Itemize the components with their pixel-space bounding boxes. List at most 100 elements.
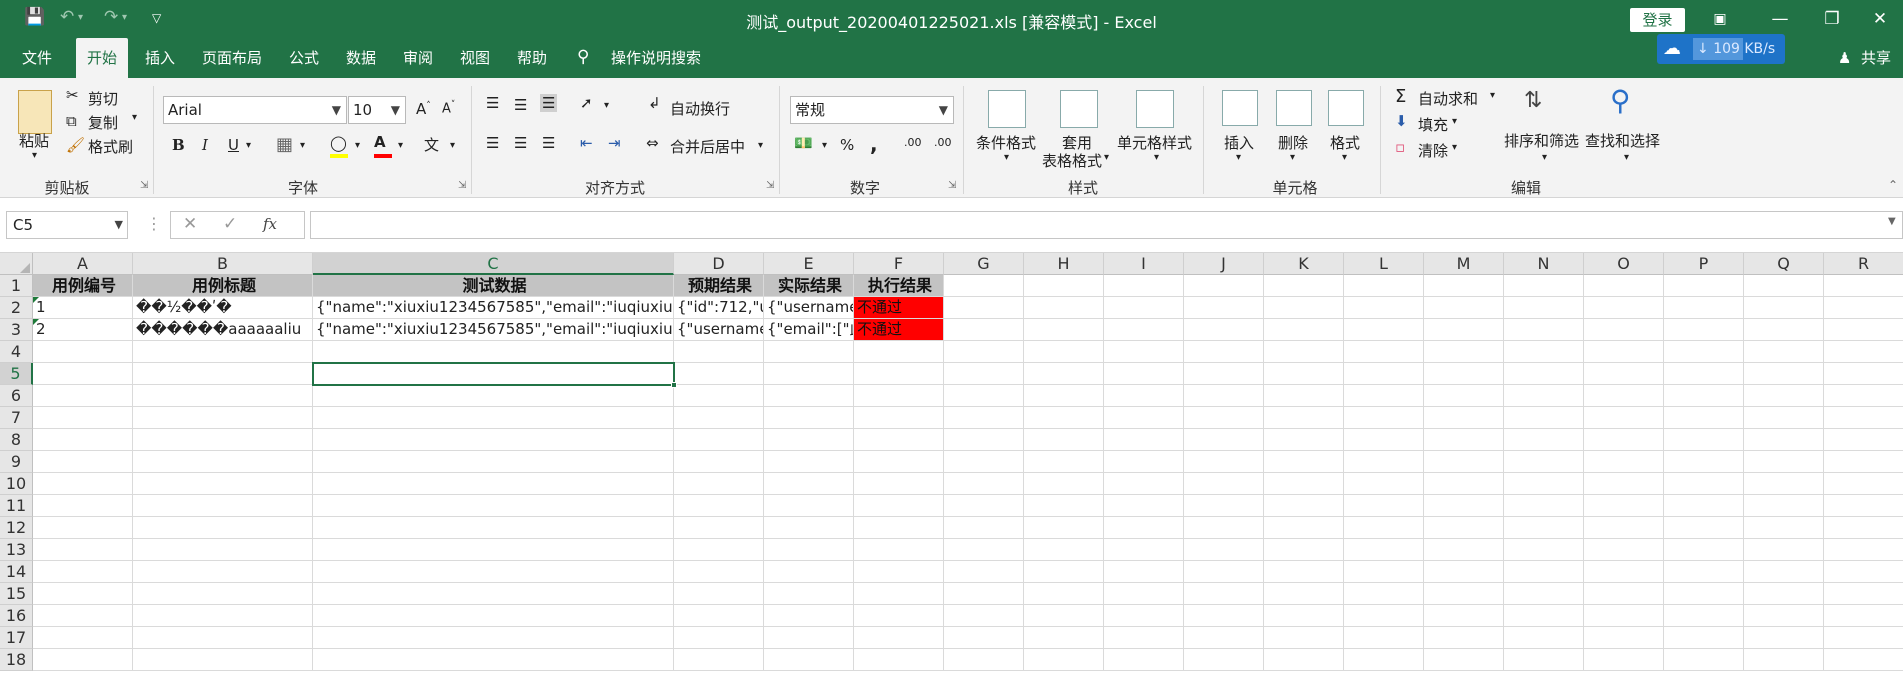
tab-file[interactable]: 文件 [14,38,60,78]
cell-q2[interactable] [1744,297,1824,319]
underline-button[interactable]: U [228,136,239,154]
cell-e7[interactable] [764,407,854,429]
cell-b18[interactable] [133,649,313,671]
cell-e2[interactable]: {"username" [764,297,854,319]
conditional-formatting-icon[interactable] [988,90,1026,128]
merge-dropdown-icon[interactable]: ▾ [758,140,763,151]
cell-l15[interactable] [1344,583,1424,605]
cell-q9[interactable] [1744,451,1824,473]
column-header-i[interactable]: I [1104,253,1184,275]
cell-c7[interactable] [313,407,674,429]
font-color-icon[interactable]: A [374,133,392,158]
column-header-q[interactable]: Q [1744,253,1824,275]
delete-dropdown-icon[interactable]: ▾ [1290,152,1295,163]
row-header-1[interactable]: 1 [0,275,33,297]
cell-o16[interactable] [1584,605,1664,627]
cell-f15[interactable] [854,583,944,605]
cell-k15[interactable] [1264,583,1344,605]
cell-d5[interactable] [674,363,764,385]
tab-data[interactable]: 数据 [341,38,381,78]
cell-o9[interactable] [1584,451,1664,473]
cell-b13[interactable] [133,539,313,561]
cell-o12[interactable] [1584,517,1664,539]
paste-dropdown-icon[interactable]: ▾ [32,150,37,161]
cell-a12[interactable] [33,517,133,539]
cell-n16[interactable] [1504,605,1584,627]
cell-f5[interactable] [854,363,944,385]
cell-l13[interactable] [1344,539,1424,561]
cell-p6[interactable] [1664,385,1744,407]
cell-p12[interactable] [1664,517,1744,539]
formula-input[interactable] [310,211,1903,239]
cell-n18[interactable] [1504,649,1584,671]
cell-n10[interactable] [1504,473,1584,495]
cell-r7[interactable] [1824,407,1903,429]
cell-e12[interactable] [764,517,854,539]
cell-o8[interactable] [1584,429,1664,451]
cell-j3[interactable] [1184,319,1264,341]
cell-q18[interactable] [1744,649,1824,671]
column-header-r[interactable]: R [1824,253,1903,275]
align-middle-icon[interactable]: ☰ [514,96,527,114]
cell-o10[interactable] [1584,473,1664,495]
cell-o4[interactable] [1584,341,1664,363]
cell-f4[interactable] [854,341,944,363]
cell-h5[interactable] [1024,363,1104,385]
shrink-font-button[interactable]: A˅ [442,100,455,116]
column-header-n[interactable]: N [1504,253,1584,275]
orientation-icon[interactable]: ➚ [580,94,593,112]
cell-k13[interactable] [1264,539,1344,561]
cell-j1[interactable] [1184,275,1264,297]
insert-cells-icon[interactable] [1222,90,1258,126]
align-bottom-icon[interactable]: ☰ [540,94,558,112]
cell-r15[interactable] [1824,583,1903,605]
cell-i2[interactable] [1104,297,1184,319]
merge-center-icon[interactable]: ⇔ [646,134,659,152]
close-icon[interactable]: ✕ [1860,4,1900,34]
cell-k4[interactable] [1264,341,1344,363]
cell-h17[interactable] [1024,627,1104,649]
alignment-launcher-icon[interactable]: ⇲ [766,180,774,191]
clear-dropdown-icon[interactable]: ▾ [1452,142,1457,153]
row-header-10[interactable]: 10 [0,473,33,495]
column-header-m[interactable]: M [1424,253,1504,275]
cell-i10[interactable] [1104,473,1184,495]
cell-e17[interactable] [764,627,854,649]
cell-l5[interactable] [1344,363,1424,385]
copy-dropdown-icon[interactable]: ▾ [132,112,137,123]
fill-handle[interactable] [671,382,677,388]
cell-b8[interactable] [133,429,313,451]
format-dropdown-icon[interactable]: ▾ [1342,152,1347,163]
tab-formulas[interactable]: 公式 [284,38,324,78]
row-header-3[interactable]: 3 [0,319,33,341]
cell-k17[interactable] [1264,627,1344,649]
cell-k6[interactable] [1264,385,1344,407]
cell-b6[interactable] [133,385,313,407]
sort-filter-icon[interactable]: ⇅ [1524,88,1542,113]
restore-icon[interactable]: ❐ [1812,4,1852,34]
cell-a4[interactable] [33,341,133,363]
paste-icon[interactable] [18,90,52,134]
cell-l2[interactable] [1344,297,1424,319]
cell-r9[interactable] [1824,451,1903,473]
cell-d6[interactable] [674,385,764,407]
cell-o14[interactable] [1584,561,1664,583]
cell-n12[interactable] [1504,517,1584,539]
align-top-icon[interactable]: ☰ [486,94,499,112]
cell-q8[interactable] [1744,429,1824,451]
cell-k12[interactable] [1264,517,1344,539]
cell-m12[interactable] [1424,517,1504,539]
cell-g11[interactable] [944,495,1024,517]
cell-c8[interactable] [313,429,674,451]
cell-f9[interactable] [854,451,944,473]
cell-j6[interactable] [1184,385,1264,407]
clear-button[interactable]: 清除 [1418,140,1448,161]
format-as-table-dropdown-icon[interactable]: ▾ [1104,152,1109,163]
cell-o6[interactable] [1584,385,1664,407]
cell-h9[interactable] [1024,451,1104,473]
cell-p3[interactable] [1664,319,1744,341]
sort-dropdown-icon[interactable]: ▾ [1542,152,1547,163]
cell-l1[interactable] [1344,275,1424,297]
fill-dropdown-icon[interactable]: ▾ [1452,116,1457,127]
cell-b12[interactable] [133,517,313,539]
